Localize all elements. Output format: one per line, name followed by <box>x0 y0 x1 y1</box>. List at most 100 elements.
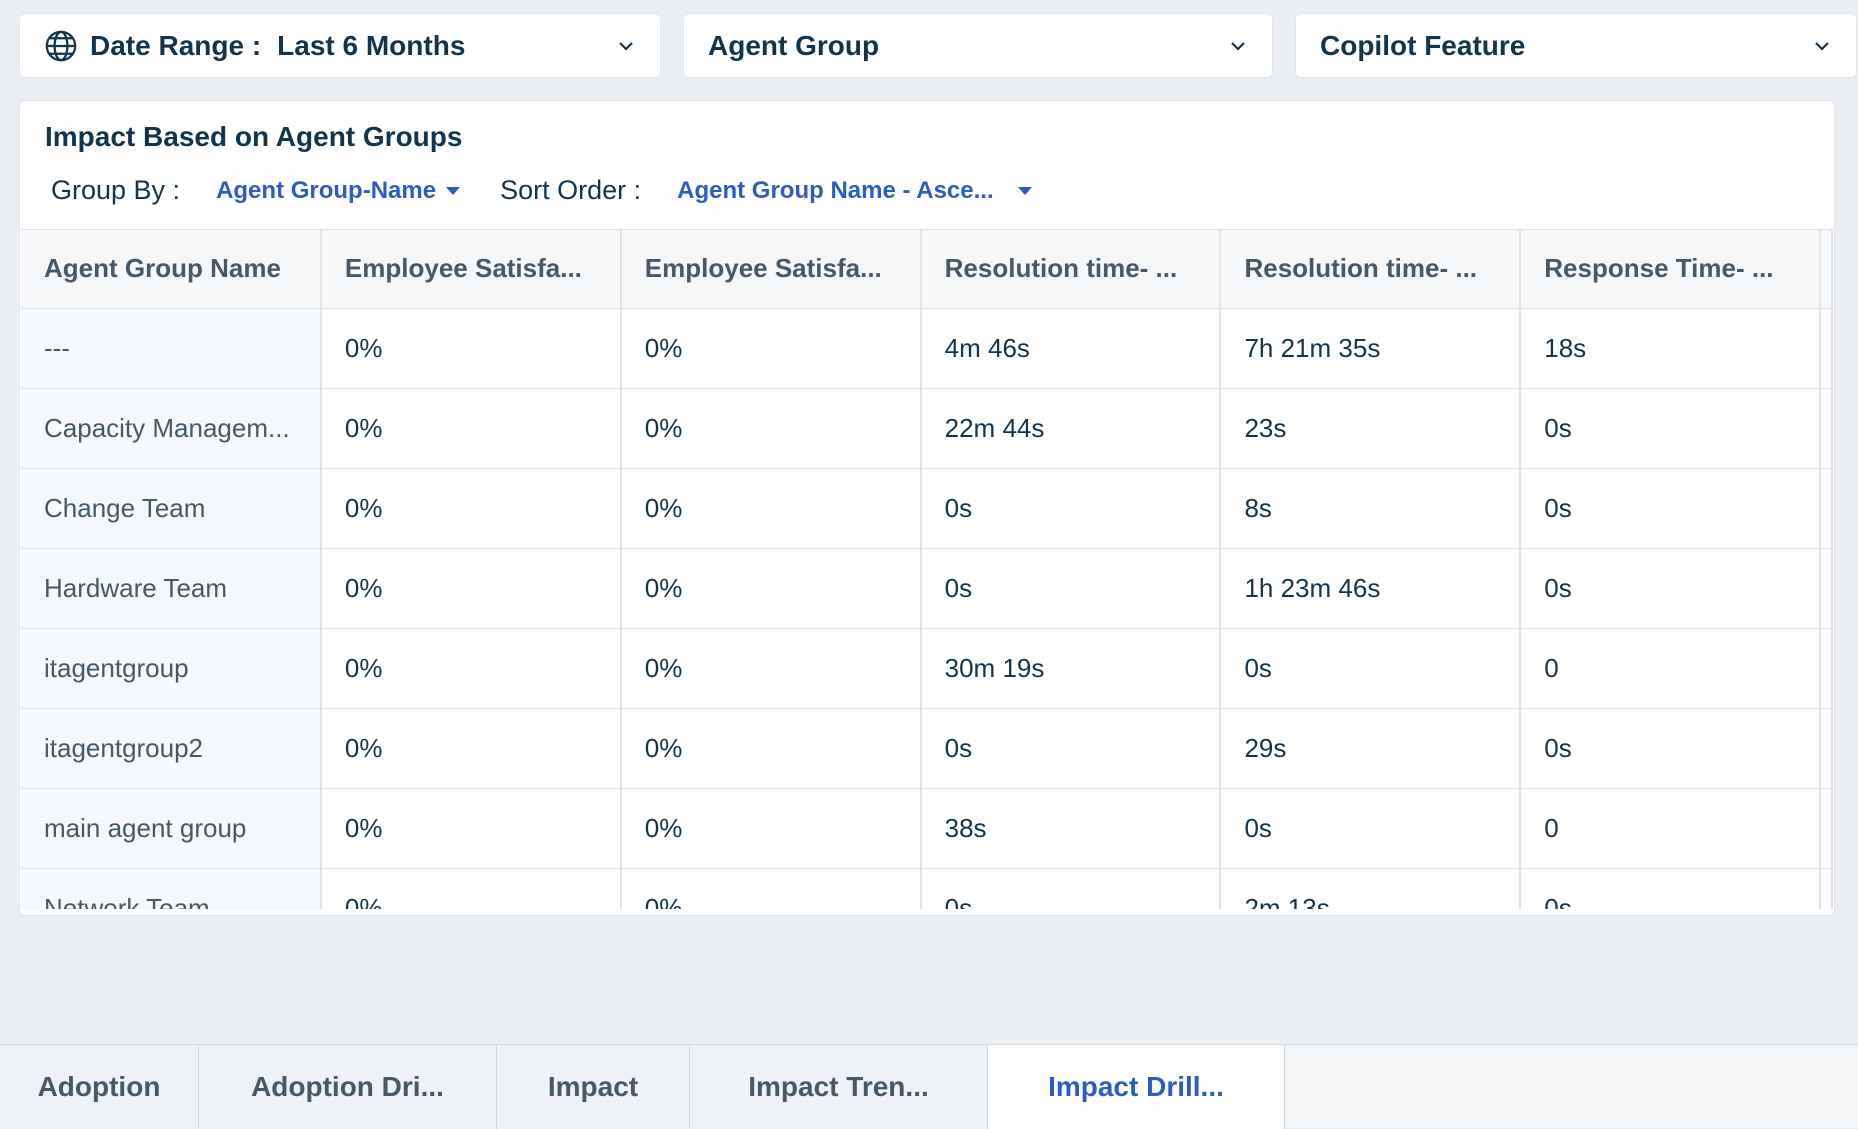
group-by-value: Agent Group-Name <box>216 176 437 204</box>
table-cell: 0% <box>320 628 622 709</box>
table-cell: 0s <box>1220 628 1522 709</box>
column-header[interactable]: Response Time- ... <box>1520 230 1822 309</box>
table-cell: Change Team <box>21 468 322 549</box>
tab-adoption-drilldown[interactable]: Adoption Dri... <box>199 1045 497 1129</box>
chevron-down-icon <box>1231 42 1245 51</box>
tab-impact[interactable]: Impact <box>497 1045 690 1129</box>
globe-icon <box>45 30 77 61</box>
table-cell: Network Team <box>21 868 322 909</box>
table-row[interactable]: Change Team 0% 0% 0s 8s 0s <box>21 468 1833 549</box>
table-row[interactable]: Hardware Team 0% 0% 0s 1h 23m 46s 0s <box>21 548 1833 629</box>
caret-down-icon <box>1017 186 1032 195</box>
table-cell-overflow <box>1820 628 1833 709</box>
table-row[interactable]: --- 0% 0% 4m 46s 7h 21m 35s 18s <box>21 308 1833 389</box>
table-cell: 38s <box>920 788 1222 869</box>
table-cell: Hardware Team <box>21 548 322 629</box>
table-cell: 0% <box>320 548 622 629</box>
date-range-value: Last 6 Months <box>277 29 466 61</box>
tab-adoption[interactable]: Adoption <box>0 1045 199 1129</box>
filter-bar: Date Range : Last 6 Months Agent Group C… <box>19 13 1857 78</box>
table-cell: 30m 19s <box>920 628 1222 709</box>
table-cell: 0s <box>1220 788 1522 869</box>
table-cell: 0% <box>620 308 922 389</box>
table-cell: 22m 44s <box>920 388 1222 469</box>
date-range-label: Date Range : <box>90 29 262 61</box>
table-cell: 0% <box>320 788 622 869</box>
impact-table-container[interactable]: Agent Group Name Employee Satisfa... Emp… <box>21 229 1833 909</box>
column-header[interactable]: Resolution time- ... <box>1220 230 1522 309</box>
caret-down-icon <box>446 186 461 195</box>
table-cell: 0s <box>920 468 1222 549</box>
group-by-label: Group By : <box>51 175 181 205</box>
sort-order-value: Agent Group Name - Asce... <box>677 176 994 204</box>
table-cell: 0s <box>920 868 1222 909</box>
copilot-feature-label: Copilot Feature <box>1320 29 1526 61</box>
table-cell: 7h 21m 35s <box>1220 308 1522 389</box>
chevron-down-icon <box>619 42 633 51</box>
table-cell: 0 <box>1520 628 1822 709</box>
table-cell: 0s <box>920 708 1222 789</box>
table-cell: 0% <box>620 628 922 709</box>
table-cell: 2m 13s <box>1220 868 1522 909</box>
table-cell: itagentgroup2 <box>21 708 322 789</box>
table-cell: 8s <box>1220 468 1522 549</box>
table-cell: 0% <box>620 388 922 469</box>
chevron-down-icon <box>1815 42 1829 51</box>
copilot-feature-dropdown[interactable]: Copilot Feature <box>1295 13 1857 78</box>
table-cell: 0s <box>1520 548 1822 629</box>
column-header[interactable]: Resolution time- ... <box>920 230 1222 309</box>
table-cell: 1h 23m 46s <box>1220 548 1522 629</box>
table-cell: 0s <box>920 548 1222 629</box>
table-cell-overflow <box>1820 388 1833 469</box>
table-row[interactable]: itagentgroup2 0% 0% 0s 29s 0s <box>21 708 1833 789</box>
table-cell: 0% <box>320 468 622 549</box>
table-cell: 0% <box>620 468 922 549</box>
sort-order-dropdown[interactable]: Agent Group Name - Asce... <box>677 177 1032 205</box>
table-cell: 0s <box>1520 468 1822 549</box>
table-cell: 4m 46s <box>920 308 1222 389</box>
impact-card: Impact Based on Agent Groups Group By : … <box>19 100 1835 916</box>
table-cell-overflow <box>1820 548 1833 629</box>
table-row[interactable]: Capacity Managem... 0% 0% 22m 44s 23s 0s <box>21 388 1833 469</box>
table-cell: main agent group <box>21 788 322 869</box>
sort-order-label: Sort Order : <box>500 175 642 205</box>
table-cell: 0s <box>1520 388 1822 469</box>
table-cell: 0s <box>1520 708 1822 789</box>
table-cell-overflow <box>1820 308 1833 389</box>
table-cell: 0% <box>320 308 622 389</box>
group-by-dropdown[interactable]: Agent Group-Name <box>216 176 461 205</box>
tab-impact-drilldown[interactable]: Impact Drill... <box>988 1045 1285 1129</box>
table-cell: 0s <box>1520 868 1822 909</box>
table-cell: 29s <box>1220 708 1522 789</box>
table-row[interactable]: Network Team 0% 0% 0s 2m 13s 0s <box>21 868 1833 909</box>
impact-table: Agent Group Name Employee Satisfa... Emp… <box>21 230 1833 909</box>
column-header[interactable]: Employee Satisfa... <box>620 230 922 309</box>
table-cell-overflow <box>1820 708 1833 789</box>
table-controls: Group By : Agent Group-Name Sort Order :… <box>51 175 1032 206</box>
table-cell: 0% <box>320 388 622 469</box>
table-cell-overflow <box>1820 468 1833 549</box>
table-row[interactable]: itagentgroup 0% 0% 30m 19s 0s 0 <box>21 628 1833 709</box>
column-header[interactable]: Agent Group Name <box>21 230 322 309</box>
table-cell: itagentgroup <box>21 628 322 709</box>
table-cell-overflow <box>1820 868 1833 909</box>
table-cell: 0% <box>320 868 622 909</box>
agent-group-label: Agent Group <box>708 29 880 61</box>
column-header[interactable]: Employee Satisfa... <box>320 230 622 309</box>
table-cell: 0% <box>620 868 922 909</box>
table-cell-overflow <box>1820 788 1833 869</box>
agent-group-dropdown[interactable]: Agent Group <box>683 13 1273 78</box>
date-range-dropdown[interactable]: Date Range : Last 6 Months <box>19 13 661 78</box>
table-cell: 0% <box>620 708 922 789</box>
table-cell: 0 <box>1520 788 1822 869</box>
column-header-overflow <box>1820 230 1833 309</box>
tab-impact-trend[interactable]: Impact Tren... <box>690 1045 988 1129</box>
table-cell: 0% <box>620 548 922 629</box>
table-cell: --- <box>21 308 322 389</box>
table-cell: 18s <box>1520 308 1822 389</box>
table-cell: 0% <box>620 788 922 869</box>
table-cell: 23s <box>1220 388 1522 469</box>
table-header-row: Agent Group Name Employee Satisfa... Emp… <box>21 230 1833 309</box>
table-row[interactable]: main agent group 0% 0% 38s 0s 0 <box>21 788 1833 869</box>
card-title: Impact Based on Agent Groups <box>45 121 463 152</box>
